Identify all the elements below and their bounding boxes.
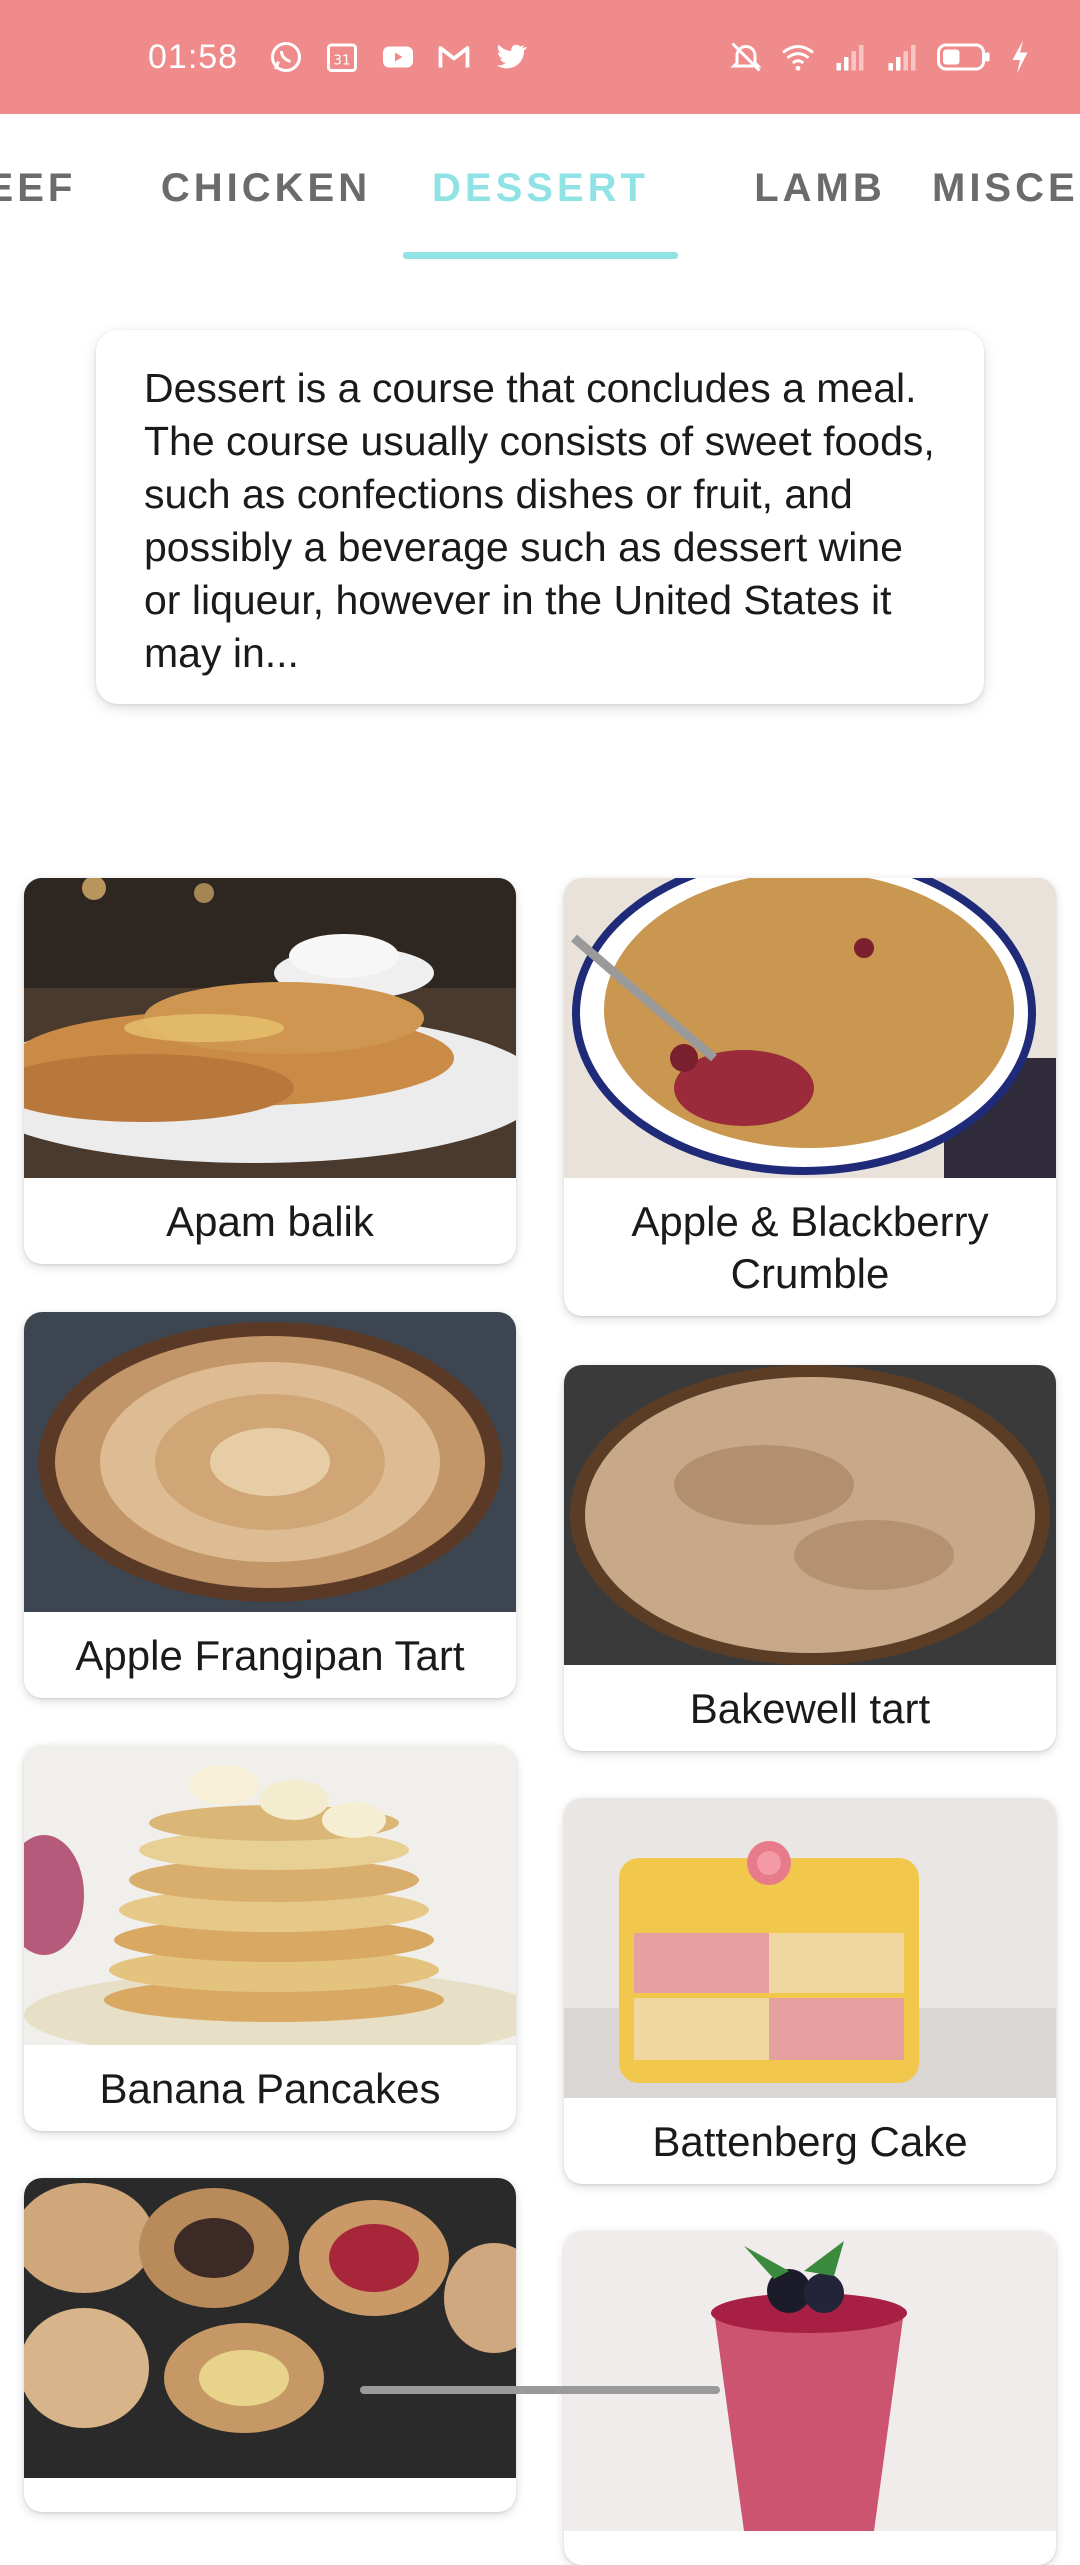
whatsapp-icon bbox=[268, 39, 304, 75]
meal-card[interactable]: Apple & Blackberry Crumble bbox=[564, 878, 1056, 1316]
active-tab-indicator bbox=[403, 252, 678, 259]
mute-icon bbox=[728, 39, 764, 75]
meal-image bbox=[564, 1365, 1056, 1665]
gmail-icon bbox=[436, 39, 472, 75]
category-description: Dessert is a course that concludes a mea… bbox=[144, 365, 935, 676]
meal-image bbox=[24, 878, 516, 1178]
meal-card[interactable]: Apple Frangipan Tart bbox=[24, 1312, 516, 1698]
meal-name bbox=[564, 2531, 1056, 2565]
tab-label: BEEF bbox=[0, 165, 77, 210]
tab-label: MISCELLANEOUS bbox=[932, 165, 1080, 210]
meal-name: Battenberg Cake bbox=[652, 2118, 968, 2165]
tab-lamb[interactable]: LAMB bbox=[700, 114, 940, 262]
twitter-icon bbox=[492, 39, 528, 75]
meal-name: Bakewell tart bbox=[689, 1685, 931, 1732]
tab-label: LAMB bbox=[754, 165, 886, 210]
meal-card[interactable]: Battenberg Cake bbox=[564, 1798, 1056, 2184]
status-bar: 01:58 31 bbox=[0, 0, 1080, 114]
clock: 01:58 bbox=[148, 37, 239, 76]
meal-name: Apple Frangipan Tart bbox=[75, 1632, 465, 1679]
meal-card[interactable] bbox=[564, 2231, 1056, 2565]
svg-text:31: 31 bbox=[334, 53, 351, 69]
tab-label: CHICKEN bbox=[160, 165, 372, 210]
home-indicator[interactable] bbox=[360, 2386, 720, 2394]
tab-label: DESSERT bbox=[432, 165, 649, 210]
category-tabs: BEEF CHICKEN DESSERT LAMB MISCELLANEOUS bbox=[0, 114, 1080, 262]
meal-name: Apple & Blackberry Crumble bbox=[631, 1198, 989, 1297]
meal-image bbox=[24, 1312, 516, 1612]
battery-icon bbox=[936, 39, 992, 75]
meal-name: Apam balik bbox=[166, 1198, 374, 1245]
meal-name: Banana Pancakes bbox=[99, 2065, 441, 2112]
meal-card[interactable] bbox=[24, 2178, 516, 2512]
signal-icon bbox=[832, 39, 868, 75]
meal-image bbox=[24, 2178, 516, 2478]
category-description-card: Dessert is a course that concludes a mea… bbox=[96, 330, 984, 704]
meal-card[interactable]: Banana Pancakes bbox=[24, 1745, 516, 2131]
meal-image bbox=[24, 1745, 516, 2045]
youtube-icon bbox=[380, 39, 416, 75]
tab-chicken[interactable]: CHICKEN bbox=[136, 114, 396, 262]
meal-name bbox=[24, 2478, 516, 2512]
charging-icon bbox=[1008, 39, 1032, 75]
wifi-icon bbox=[780, 39, 816, 75]
calendar-icon: 31 bbox=[324, 39, 360, 75]
meal-image bbox=[564, 1798, 1056, 2098]
tab-dessert[interactable]: DESSERT bbox=[403, 114, 678, 262]
tab-beef[interactable]: BEEF bbox=[0, 114, 80, 262]
meal-card[interactable]: Apam balik bbox=[24, 878, 516, 1264]
meal-card[interactable]: Bakewell tart bbox=[564, 1365, 1056, 1751]
signal-icon bbox=[884, 39, 920, 75]
meal-image bbox=[564, 878, 1056, 1178]
tab-miscellaneous[interactable]: MISCELLANEOUS bbox=[932, 114, 1080, 262]
meal-image bbox=[564, 2231, 1056, 2531]
